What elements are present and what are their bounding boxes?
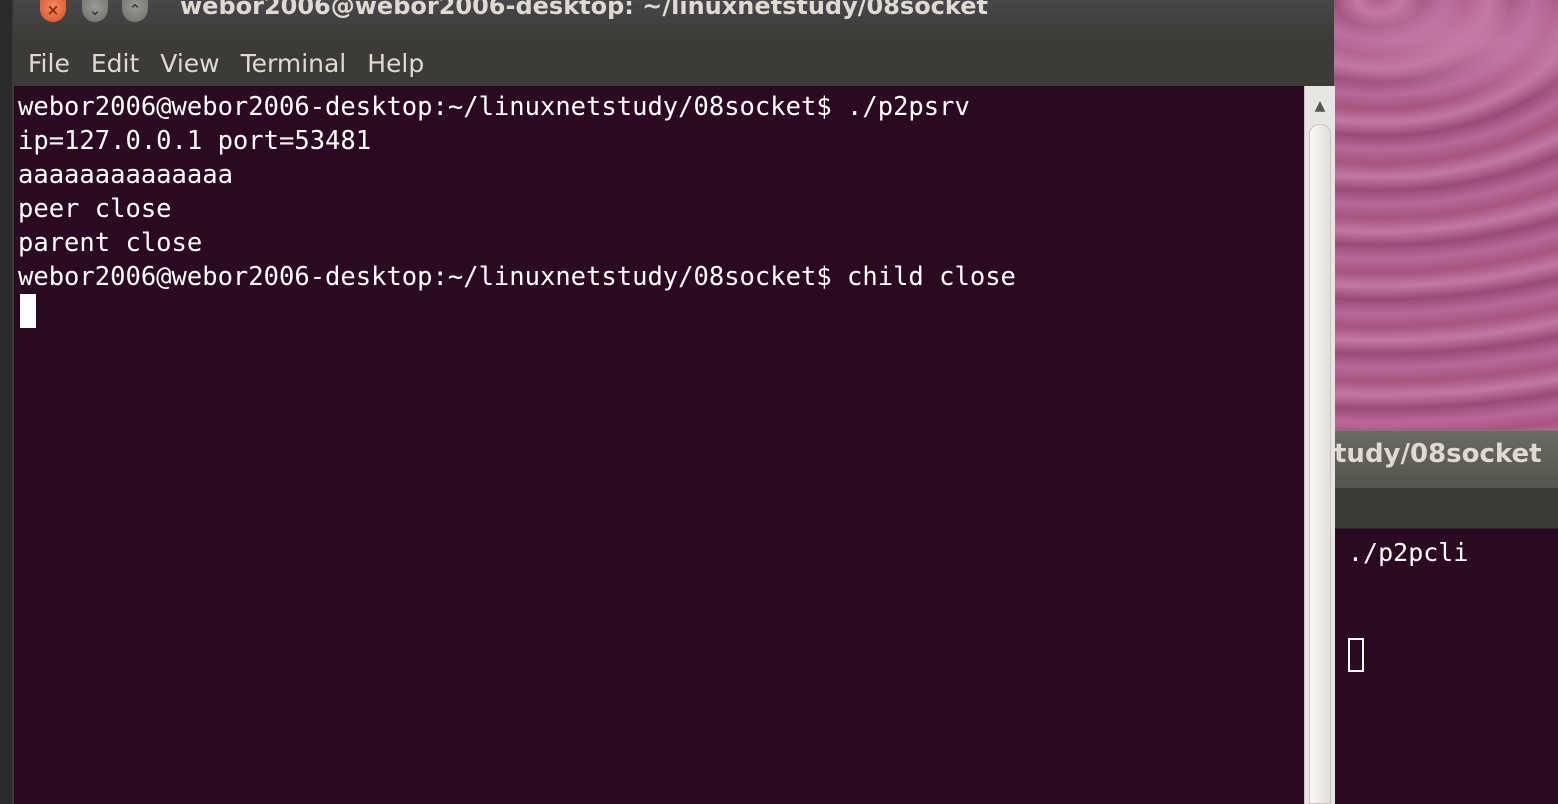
background-window-title: tudy/08socket xyxy=(1334,439,1542,469)
background-terminal-line: ./p2pcli xyxy=(1348,538,1469,567)
background-terminal-cursor xyxy=(1348,638,1364,672)
minimize-button[interactable]: ⌄ xyxy=(82,0,108,22)
scroll-up-arrow-icon[interactable]: ▲ xyxy=(1305,86,1335,122)
scrollbar-thumb[interactable] xyxy=(1309,124,1331,804)
terminal-output[interactable]: webor2006@webor2006-desktop:~/linuxnetst… xyxy=(14,86,1304,804)
maximize-button[interactable]: ⌃ xyxy=(122,0,148,22)
menu-terminal[interactable]: Terminal xyxy=(241,49,347,78)
background-terminal-window[interactable]: tudy/08socket ./p2pcli xyxy=(1334,430,1558,804)
close-button[interactable]: × xyxy=(40,0,66,22)
terminal-line: ip=127.0.0.1 port=53481 xyxy=(18,126,372,156)
terminal-line: webor2006@webor2006-desktop:~/linuxnetst… xyxy=(18,262,1016,292)
terminal-line: parent close xyxy=(18,228,203,258)
terminal-window[interactable]: × ⌄ ⌃ webor2006@webor2006-desktop: ~/lin… xyxy=(12,0,1335,804)
menu-file[interactable]: File xyxy=(28,49,70,78)
close-icon: × xyxy=(46,1,60,19)
background-window-menubar xyxy=(1334,488,1558,529)
terminal-line: aaaaaaaaaaaaaa xyxy=(18,160,233,190)
vertical-scrollbar[interactable]: ▲ xyxy=(1304,86,1335,804)
minimize-icon: ⌄ xyxy=(88,1,102,19)
menu-view[interactable]: View xyxy=(160,49,219,78)
terminal-line: peer close xyxy=(18,194,172,224)
menu-edit[interactable]: Edit xyxy=(91,49,139,78)
window-titlebar[interactable]: × ⌄ ⌃ webor2006@webor2006-desktop: ~/lin… xyxy=(14,0,1334,40)
maximize-icon: ⌃ xyxy=(128,1,142,19)
window-title: webor2006@webor2006-desktop: ~/linuxnets… xyxy=(180,0,988,20)
menubar: File Edit View Terminal Help xyxy=(14,40,1334,86)
terminal-cursor xyxy=(20,294,36,328)
background-window-titlebar[interactable]: tudy/08socket xyxy=(1334,430,1558,489)
desktop-wallpaper xyxy=(1334,0,1558,440)
menu-help[interactable]: Help xyxy=(367,49,424,78)
terminal-line: webor2006@webor2006-desktop:~/linuxnetst… xyxy=(18,92,970,122)
